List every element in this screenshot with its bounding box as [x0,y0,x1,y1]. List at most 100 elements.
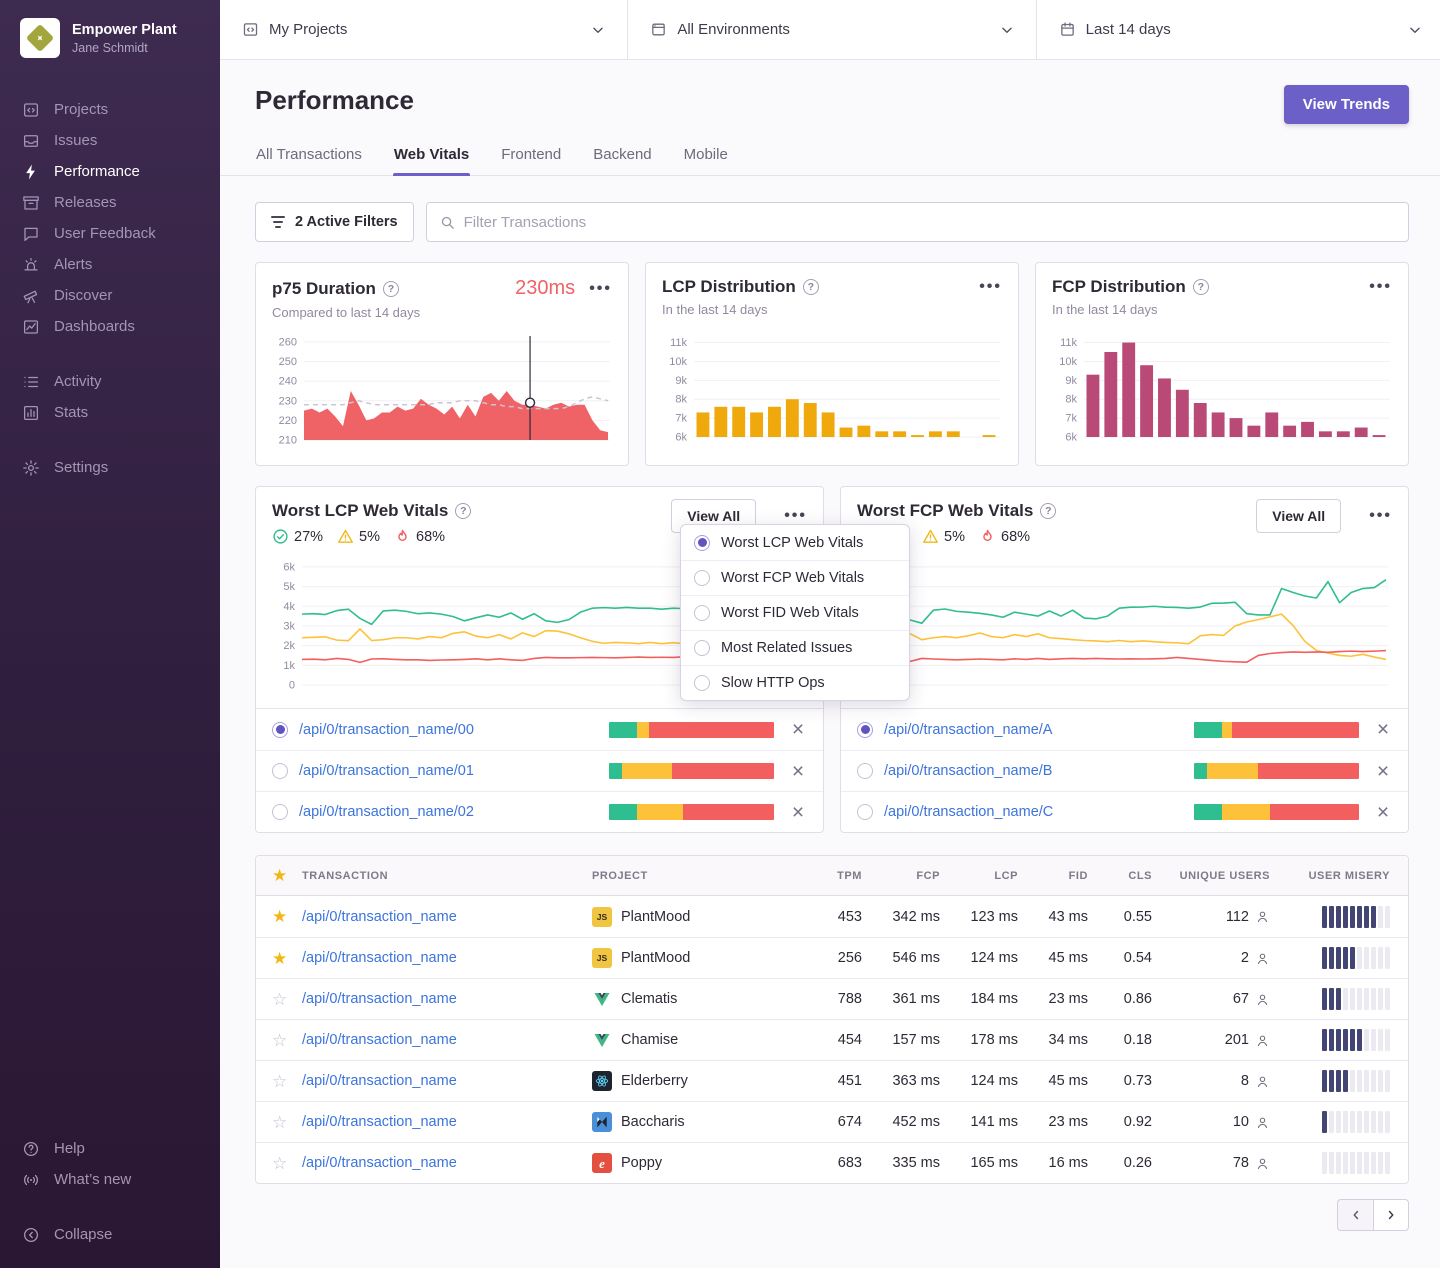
environment-selector[interactable]: All Environments [627,0,1035,59]
project-cell[interactable]: ePoppy [592,1153,802,1173]
column-header-project[interactable]: Project [592,870,802,882]
close-icon[interactable]: × [1374,802,1392,823]
star-icon[interactable]: ☆ [272,1032,302,1049]
menu-option-most-related-issues[interactable]: Most Related Issues [681,630,909,665]
radio-button[interactable] [694,675,710,691]
org-switcher[interactable]: Empower Plant Jane Schmidt [0,14,220,68]
project-selector[interactable]: My Projects [220,0,627,59]
sidebar-item-what-s-new[interactable]: What’s new [0,1164,220,1195]
star-icon[interactable]: ☆ [272,1073,302,1090]
star-icon[interactable]: ☆ [272,1155,302,1172]
view-all-button[interactable]: View All [1256,499,1341,533]
transaction-link[interactable]: /api/0/transaction_name [302,909,592,925]
star-icon[interactable]: ☆ [272,991,302,1008]
sidebar-item-performance[interactable]: Performance [0,156,220,187]
tab-frontend[interactable]: Frontend [500,146,562,175]
help-icon[interactable]: ? [455,503,471,519]
column-header-unique-users[interactable]: Unique Users [1152,870,1270,882]
transaction-link[interactable]: /api/0/transaction_name [302,1032,592,1048]
menu-option-worst-fid-web-vitals[interactable]: Worst FID Web Vitals [681,595,909,630]
transaction-link[interactable]: /api/0/transaction_name/02 [299,804,474,820]
menu-option-worst-fcp-web-vitals[interactable]: Worst FCP Web Vitals [681,560,909,595]
column-header-fcp[interactable]: FCP [862,870,940,882]
menu-option-worst-lcp-web-vitals[interactable]: Worst LCP Web Vitals [681,525,909,560]
project-cell[interactable]: JSPlantMood [592,907,802,927]
transaction-link[interactable]: /api/0/transaction_name/00 [299,722,474,738]
sidebar-item-projects[interactable]: Projects [0,94,220,125]
card-menu-icon[interactable]: ••• [979,279,1002,295]
column-header-lcp[interactable]: LCP [940,870,1018,882]
radio-button[interactable] [694,570,710,586]
help-icon[interactable]: ? [383,281,399,297]
tab-all-transactions[interactable]: All Transactions [255,146,363,175]
close-icon[interactable]: × [789,802,807,823]
card-menu-icon[interactable]: ••• [784,508,807,524]
help-icon[interactable]: ? [803,279,819,295]
project-cell[interactable]: Elderberry [592,1071,802,1091]
tab-web-vitals[interactable]: Web Vitals [393,146,470,175]
radio-button[interactable] [694,605,710,621]
column-header-cls[interactable]: CLS [1088,870,1152,882]
transaction-link[interactable]: /api/0/transaction_name [302,1073,592,1089]
menu-option-slow-http-ops[interactable]: Slow HTTP Ops [681,665,909,700]
sidebar-item-activity[interactable]: Activity [0,366,220,397]
search-input[interactable] [464,214,1395,231]
transaction-link[interactable]: /api/0/transaction_name [302,1114,592,1130]
card-menu-icon[interactable]: ••• [1369,279,1392,295]
tab-backend[interactable]: Backend [592,146,652,175]
sidebar-item-collapse[interactable]: Collapse [0,1219,220,1250]
project-cell[interactable]: JSPlantMood [592,948,802,968]
transaction-link[interactable]: /api/0/transaction_name/B [884,763,1052,779]
sidebar-item-dashboards[interactable]: Dashboards [0,311,220,342]
radio-button[interactable] [694,535,710,551]
transaction-link[interactable]: /api/0/transaction_name/01 [299,763,474,779]
daterange-selector[interactable]: Last 14 days [1036,0,1440,59]
sidebar-item-alerts[interactable]: Alerts [0,249,220,280]
sidebar-item-discover[interactable]: Discover [0,280,220,311]
svg-text:1k: 1k [283,660,295,672]
star-icon[interactable]: ★ [272,950,302,967]
column-header-user-misery[interactable]: User Misery [1270,870,1390,882]
sidebar-item-help[interactable]: Help [0,1133,220,1164]
tab-mobile[interactable]: Mobile [683,146,729,175]
star-icon[interactable]: ★ [272,908,302,925]
column-header-transaction[interactable]: Transaction [302,870,592,882]
close-icon[interactable]: × [1374,719,1392,740]
projects-icon [21,100,40,119]
sidebar-item-issues[interactable]: Issues [0,125,220,156]
view-trends-button[interactable]: View Trends [1284,85,1409,124]
column-header-tpm[interactable]: TPM [802,870,862,882]
card-menu-icon[interactable]: ••• [1369,508,1392,524]
column-header-fid[interactable]: FID [1018,870,1088,882]
radio-button[interactable] [694,640,710,656]
star-icon[interactable]: ☆ [272,1114,302,1131]
sidebar-item-stats[interactable]: Stats [0,397,220,428]
close-icon[interactable]: × [1374,761,1392,782]
sidebar-item-settings[interactable]: Settings [0,452,220,483]
card-menu-icon[interactable]: ••• [589,281,612,297]
help-icon[interactable]: ? [1193,279,1209,295]
active-filters-button[interactable]: 2 Active Filters [255,202,414,242]
radio-button[interactable] [272,763,288,779]
close-icon[interactable]: × [789,761,807,782]
star-icon[interactable]: ★ [272,867,302,884]
transaction-link[interactable]: /api/0/transaction_name [302,1155,592,1171]
sidebar-item-user-feedback[interactable]: User Feedback [0,218,220,249]
transaction-link[interactable]: /api/0/transaction_name/C [884,804,1053,820]
next-page-button[interactable] [1373,1199,1409,1231]
project-cell[interactable]: Clematis [592,989,802,1009]
project-cell[interactable]: Chamise [592,1030,802,1050]
previous-page-button[interactable] [1337,1199,1373,1231]
project-cell[interactable]: Baccharis [592,1112,802,1132]
radio-button[interactable] [272,804,288,820]
radio-button[interactable] [857,722,873,738]
transaction-link[interactable]: /api/0/transaction_name [302,950,592,966]
help-icon[interactable]: ? [1040,503,1056,519]
radio-button[interactable] [857,763,873,779]
radio-button[interactable] [857,804,873,820]
transaction-link[interactable]: /api/0/transaction_name/A [884,722,1052,738]
radio-button[interactable] [272,722,288,738]
close-icon[interactable]: × [789,719,807,740]
transaction-link[interactable]: /api/0/transaction_name [302,991,592,1007]
sidebar-item-releases[interactable]: Releases [0,187,220,218]
